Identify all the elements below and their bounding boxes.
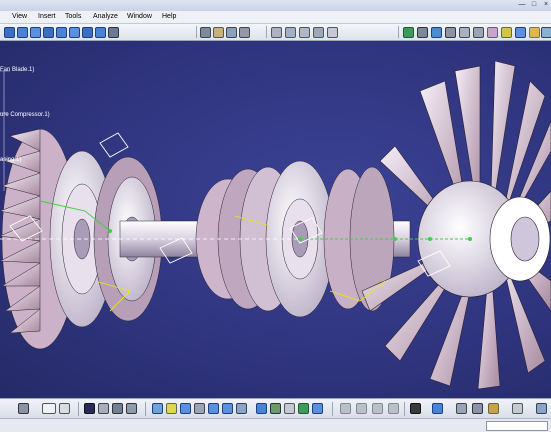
- light-icon[interactable]: [515, 27, 526, 38]
- print-icon[interactable]: [43, 27, 54, 38]
- title-bar: — □ ×: [0, 0, 551, 11]
- measure-item-icon[interactable]: [432, 403, 443, 414]
- toolbar-separator: [196, 26, 197, 38]
- comment-icon[interactable]: [59, 403, 70, 414]
- layer-icon[interactable]: [312, 403, 323, 414]
- explode-icon[interactable]: [403, 27, 414, 38]
- more-tools-icon[interactable]: [536, 403, 547, 414]
- help-icon[interactable]: [512, 403, 523, 414]
- shading-icon[interactable]: [270, 403, 281, 414]
- zoom-in-icon[interactable]: [208, 403, 219, 414]
- pan-icon[interactable]: [112, 403, 123, 414]
- cut-icon[interactable]: [56, 27, 67, 38]
- rotate-icon[interactable]: [126, 403, 137, 414]
- toolbar-separator: [398, 26, 399, 38]
- measure-between-icon[interactable]: [410, 403, 421, 414]
- redo-icon[interactable]: [108, 27, 119, 38]
- swap-space-icon[interactable]: [194, 403, 205, 414]
- toolbar-separator: [404, 402, 405, 416]
- view-cube-icon[interactable]: [256, 403, 267, 414]
- section-icon[interactable]: [459, 27, 470, 38]
- mass-icon[interactable]: [456, 403, 467, 414]
- paste-icon[interactable]: [82, 27, 93, 38]
- tree-node-compressor[interactable]: ure Compressor.1): [0, 112, 50, 118]
- zoom-out-icon[interactable]: [222, 403, 233, 414]
- sketch-icon[interactable]: [372, 403, 383, 414]
- select-icon[interactable]: [18, 403, 29, 414]
- copy-icon[interactable]: [69, 27, 80, 38]
- menu-tools[interactable]: Tools: [65, 12, 81, 22]
- 3d-viewport[interactable]: Fan Blade.1) ure Compressor.1) asing.1): [0, 41, 551, 398]
- part-icon[interactable]: [213, 27, 224, 38]
- close-icon[interactable]: ×: [541, 1, 551, 9]
- menu-help[interactable]: Help: [162, 12, 176, 22]
- scene-icon[interactable]: [541, 27, 551, 38]
- toolbar-separator: [332, 402, 333, 416]
- fit-all-icon[interactable]: [98, 403, 109, 414]
- camera-icon[interactable]: [529, 27, 540, 38]
- web-icon[interactable]: [488, 403, 499, 414]
- menu-bar: View Insert Tools Analyze Window Help: [0, 11, 551, 24]
- menu-window[interactable]: Window: [127, 12, 152, 22]
- minimize-icon[interactable]: —: [517, 1, 527, 9]
- status-bar: [0, 418, 551, 432]
- snap-icon[interactable]: [431, 27, 442, 38]
- spec-tree-overlay: [0, 70, 10, 191]
- coincidence-icon[interactable]: [271, 27, 282, 38]
- fly-mode-icon[interactable]: [84, 403, 95, 414]
- restore-icon[interactable]: □: [529, 1, 539, 9]
- assembly-icon[interactable]: [239, 27, 250, 38]
- toolbar-separator: [145, 402, 146, 416]
- undo-icon[interactable]: [95, 27, 106, 38]
- jet-engine-model[interactable]: [0, 41, 551, 398]
- command-input[interactable]: [486, 421, 548, 431]
- shading-edges-icon[interactable]: [284, 403, 295, 414]
- save-icon[interactable]: [30, 27, 41, 38]
- bottom-toolbar: [0, 398, 551, 419]
- menu-insert[interactable]: Insert: [38, 12, 56, 22]
- render-style-icon[interactable]: [298, 403, 309, 414]
- fix-icon[interactable]: [327, 27, 338, 38]
- contact-icon[interactable]: [285, 27, 296, 38]
- new-file-icon[interactable]: [4, 27, 15, 38]
- offset-icon[interactable]: [299, 27, 310, 38]
- hide-show-icon[interactable]: [236, 403, 247, 414]
- apply-material-icon[interactable]: [472, 403, 483, 414]
- component-icon[interactable]: [226, 27, 237, 38]
- normal-view-icon[interactable]: [152, 403, 163, 414]
- axis-icon[interactable]: [356, 403, 367, 414]
- plane-icon[interactable]: [340, 403, 351, 414]
- formula-icon[interactable]: [42, 403, 56, 414]
- menu-view[interactable]: View: [12, 12, 27, 22]
- angle-icon[interactable]: [313, 27, 324, 38]
- pan-view-icon[interactable]: [180, 403, 191, 414]
- top-toolbar: [0, 24, 551, 41]
- measure-icon[interactable]: [473, 27, 484, 38]
- render-icon[interactable]: [501, 27, 512, 38]
- open-file-icon[interactable]: [17, 27, 28, 38]
- point-icon[interactable]: [388, 403, 399, 414]
- toolbar-separator: [78, 402, 79, 416]
- catalog-icon[interactable]: [487, 27, 498, 38]
- clash-icon[interactable]: [445, 27, 456, 38]
- product-icon[interactable]: [200, 27, 211, 38]
- iso-view-icon[interactable]: [166, 403, 177, 414]
- menu-analyze[interactable]: Analyze: [93, 12, 118, 22]
- tree-node-casing[interactable]: asing.1): [0, 157, 21, 163]
- tree-node-fan-blade[interactable]: Fan Blade.1): [0, 67, 34, 73]
- manipulate-icon[interactable]: [417, 27, 428, 38]
- toolbar-separator: [266, 26, 267, 38]
